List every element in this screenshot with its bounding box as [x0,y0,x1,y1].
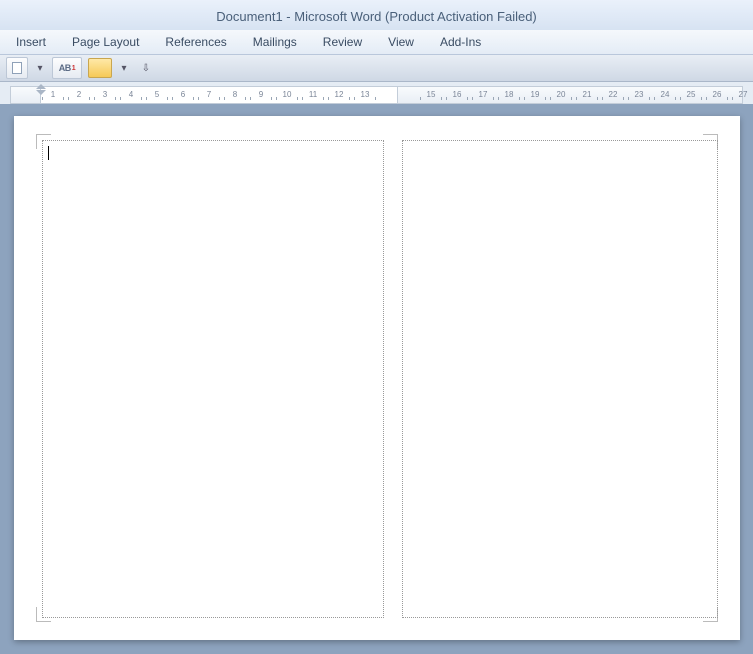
ruler-tick: 10 [274,86,300,102]
ruler-tick: 5 [144,86,170,102]
ruler-tick: 1 [40,86,66,102]
tab-references[interactable]: References [153,32,238,52]
ruler-tick: 6 [170,86,196,102]
folder-icon[interactable] [88,58,112,78]
ruler-tick: 8 [222,86,248,102]
tab-insert[interactable]: Insert [4,32,58,52]
tab-add-ins[interactable]: Add-Ins [428,32,493,52]
tab-view[interactable]: View [376,32,426,52]
chevron-down-icon[interactable]: ▾ [118,58,130,78]
ruler-tick: 13 [352,86,378,102]
ruler-tick: 27 [730,86,753,102]
quick-access-toolbar: ▾ AB1 ▾ ⇩ [0,55,753,82]
qat-footnote-button[interactable]: AB1 [52,57,82,79]
ruler-tick: 26 [704,86,730,102]
page[interactable] [14,116,740,640]
ruler-tick: 21 [574,86,600,102]
ruler-tick: 7 [196,86,222,102]
ruler-tick: 11 [300,86,326,102]
column-guide-left [42,140,384,618]
document-canvas [0,104,753,654]
ruler-tick: 25 [678,86,704,102]
qat-page-icon[interactable] [6,57,28,79]
tab-review[interactable]: Review [311,32,374,52]
ruler-tick: 15 [418,86,444,102]
ruler-tick: 3 [92,86,118,102]
tab-mailings[interactable]: Mailings [241,32,309,52]
ribbon-tabs: Insert Page Layout References Mailings R… [0,30,753,55]
ruler-tick: 4 [118,86,144,102]
text-cursor [48,146,49,160]
ruler-tick: 18 [496,86,522,102]
ruler-tick: 19 [522,86,548,102]
ruler-tick: 22 [600,86,626,102]
window-title: Document1 - Microsoft Word (Product Acti… [216,9,537,24]
chevron-down-icon[interactable]: ▾ [34,58,46,78]
ruler-tick: 16 [444,86,470,102]
ruler-tick: 2 [66,86,92,102]
ruler-tick: 17 [470,86,496,102]
tab-page-layout[interactable]: Page Layout [60,32,151,52]
qat-overflow-icon[interactable]: ⇩ [140,58,152,78]
ruler-tick: 9 [248,86,274,102]
ruler-tick: 24 [652,86,678,102]
column-guide-right [402,140,718,618]
ruler-tick: 23 [626,86,652,102]
ruler-tick: 12 [326,86,352,102]
title-bar: Document1 - Microsoft Word (Product Acti… [0,0,753,30]
ruler-tick: 20 [548,86,574,102]
